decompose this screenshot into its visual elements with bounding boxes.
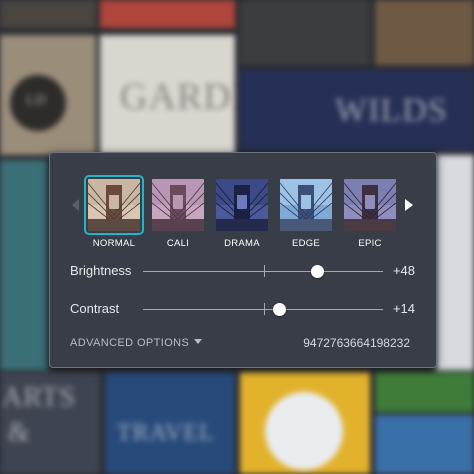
bridge-image-edge — [280, 179, 332, 231]
bg-tile-green — [375, 372, 474, 412]
bg-text-wild: WILDS — [335, 92, 448, 129]
bg-text-travel: TRAVEL — [117, 420, 215, 446]
bg-tile-4 — [375, 0, 474, 65]
contrast-center-tick — [264, 303, 265, 315]
bridge-image-normal — [88, 179, 140, 231]
filter-thumb-cali[interactable] — [152, 179, 204, 231]
bg-tile-2 — [100, 0, 235, 28]
chevron-left-icon[interactable] — [72, 199, 79, 211]
filter-label-epic: EPIC — [358, 238, 382, 249]
contrast-label: Contrast — [70, 301, 120, 316]
brightness-knob[interactable] — [311, 265, 324, 278]
filter-code: 9472763664198232 — [303, 336, 410, 350]
filter-label-edge: EDGE — [291, 238, 321, 249]
bg-tile-blue — [375, 415, 474, 474]
bg-tile-arts: ARTS & — [0, 372, 100, 474]
contrast-value: +14 — [392, 301, 415, 316]
bg-text-arts-amp: & — [8, 417, 31, 448]
filter-thumb-drama[interactable] — [216, 179, 268, 231]
filter-thumb-epic[interactable] — [344, 179, 396, 231]
filter-thumb-edge[interactable] — [280, 179, 332, 231]
bg-tile-garden: GARDEN — [100, 35, 235, 155]
advanced-options-toggle[interactable]: ADVANCED OPTIONS — [70, 337, 203, 349]
contrast-knob[interactable] — [273, 303, 286, 316]
bg-tile-badge: LD — [0, 35, 96, 155]
bg-tile-wild: WILDS — [240, 70, 474, 150]
bridge-image-cali — [152, 179, 204, 231]
brightness-track[interactable] — [143, 271, 383, 272]
chevron-right-icon[interactable] — [405, 199, 413, 211]
filter-label-normal: NORMAL — [92, 238, 136, 249]
brightness-value: +48 — [392, 263, 415, 278]
bg-tile-3 — [240, 0, 370, 65]
filter-label-drama: DRAMA — [224, 238, 260, 249]
bg-tile-yellow — [240, 372, 370, 474]
bg-tile-left-mid — [0, 160, 48, 370]
caret-down-icon — [194, 339, 203, 344]
bg-text-arts: ARTS — [2, 382, 76, 413]
brightness-center-tick — [264, 265, 265, 277]
bg-tile-1 — [0, 0, 96, 28]
bg-tile-right-mid — [436, 155, 474, 370]
bridge-image-drama — [216, 179, 268, 231]
advanced-options-label: ADVANCED OPTIONS — [70, 337, 190, 349]
filter-label-cali: CALI — [166, 238, 190, 249]
filter-thumb-normal[interactable] — [84, 175, 144, 235]
bg-text-ld: LD — [26, 93, 47, 108]
filter-panel: NORMAL CALI DRAMA EDGE EPIC Brightness +… — [49, 152, 437, 368]
brightness-label: Brightness — [70, 263, 132, 278]
bg-text-garden: GARDEN — [120, 76, 235, 118]
bridge-image-epic — [344, 179, 396, 231]
bg-tile-travel: TRAVEL — [105, 372, 235, 474]
contrast-track[interactable] — [143, 309, 383, 310]
